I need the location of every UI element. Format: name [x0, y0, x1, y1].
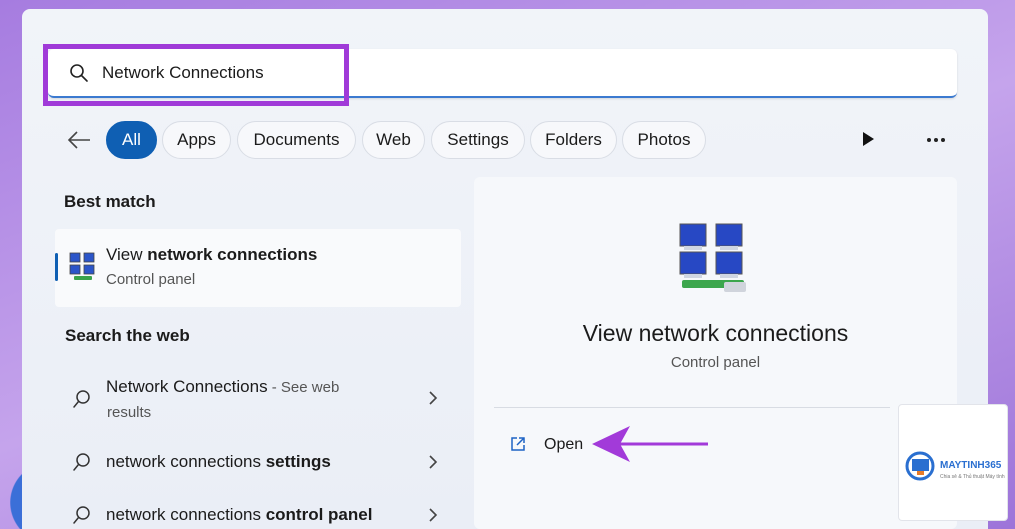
filter-documents[interactable]: Documents [237, 121, 356, 159]
best-match-subtitle: Control panel [106, 271, 196, 288]
search-input[interactable]: Network Connections [102, 63, 264, 83]
open-action[interactable]: Open [544, 436, 583, 454]
best-match-title: View network connections [106, 245, 318, 264]
network-connections-large-icon [679, 223, 746, 292]
filter-web[interactable]: Web [362, 121, 425, 159]
search-web-heading: Search the web [65, 326, 190, 345]
chevron-right-icon[interactable] [428, 390, 438, 406]
brand-logo-icon [905, 451, 935, 481]
web-result-3[interactable]: network connections control panel [106, 505, 372, 525]
best-match-heading: Best match [64, 192, 156, 211]
web-result-1-sub: results [107, 404, 152, 421]
search-icon [73, 506, 90, 524]
brand-tagline: Chia sẻ & Thủ thuật Máy tính [940, 474, 1005, 480]
best-match-result[interactable] [55, 229, 461, 307]
annotation-arrow [592, 426, 708, 462]
filter-photos[interactable]: Photos [622, 121, 706, 159]
search-icon [73, 390, 90, 408]
preview-divider [494, 407, 890, 408]
web-result-2[interactable]: network connections settings [106, 452, 331, 472]
back-arrow-icon[interactable] [64, 128, 94, 152]
selection-indicator [55, 253, 58, 281]
search-icon [73, 453, 90, 471]
open-external-icon[interactable] [509, 435, 527, 453]
brand-name: MAYTINH365 [940, 460, 1002, 471]
play-icon[interactable] [860, 130, 876, 148]
search-icon [70, 64, 88, 82]
chevron-right-icon[interactable] [428, 507, 438, 523]
network-connections-icon [69, 252, 95, 280]
filter-settings[interactable]: Settings [431, 121, 525, 159]
filter-folders[interactable]: Folders [530, 121, 617, 159]
preview-title: View network connections [582, 320, 849, 346]
preview-subtitle: Control panel [670, 354, 761, 371]
web-result-1[interactable]: Network Connections - See web [106, 377, 339, 397]
filter-apps[interactable]: Apps [162, 121, 231, 159]
chevron-right-icon[interactable] [428, 454, 438, 470]
filter-all[interactable]: All [106, 121, 157, 159]
more-options-icon[interactable] [926, 137, 946, 143]
